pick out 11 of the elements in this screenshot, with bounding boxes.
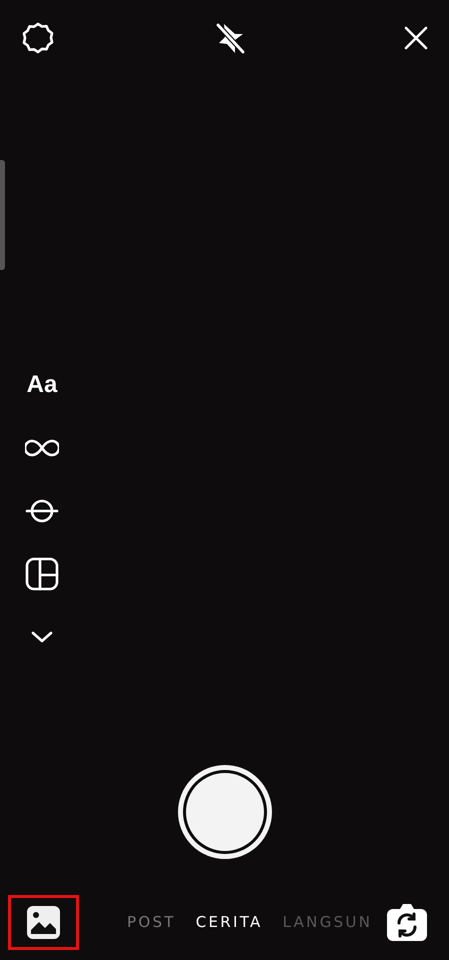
- settings-icon[interactable]: [20, 20, 56, 56]
- mode-tab[interactable]: POST: [127, 913, 176, 931]
- layout-icon[interactable]: [25, 556, 59, 590]
- gallery-icon[interactable]: [27, 906, 60, 938]
- switch-camera-icon[interactable]: [387, 903, 427, 941]
- infinity-icon[interactable]: [25, 438, 59, 458]
- text-tool[interactable]: Aa: [26, 370, 58, 398]
- chevron-down-icon[interactable]: [30, 630, 54, 644]
- close-icon[interactable]: [403, 25, 429, 51]
- level-icon[interactable]: [25, 498, 59, 524]
- mode-tab[interactable]: CERITA: [196, 913, 263, 931]
